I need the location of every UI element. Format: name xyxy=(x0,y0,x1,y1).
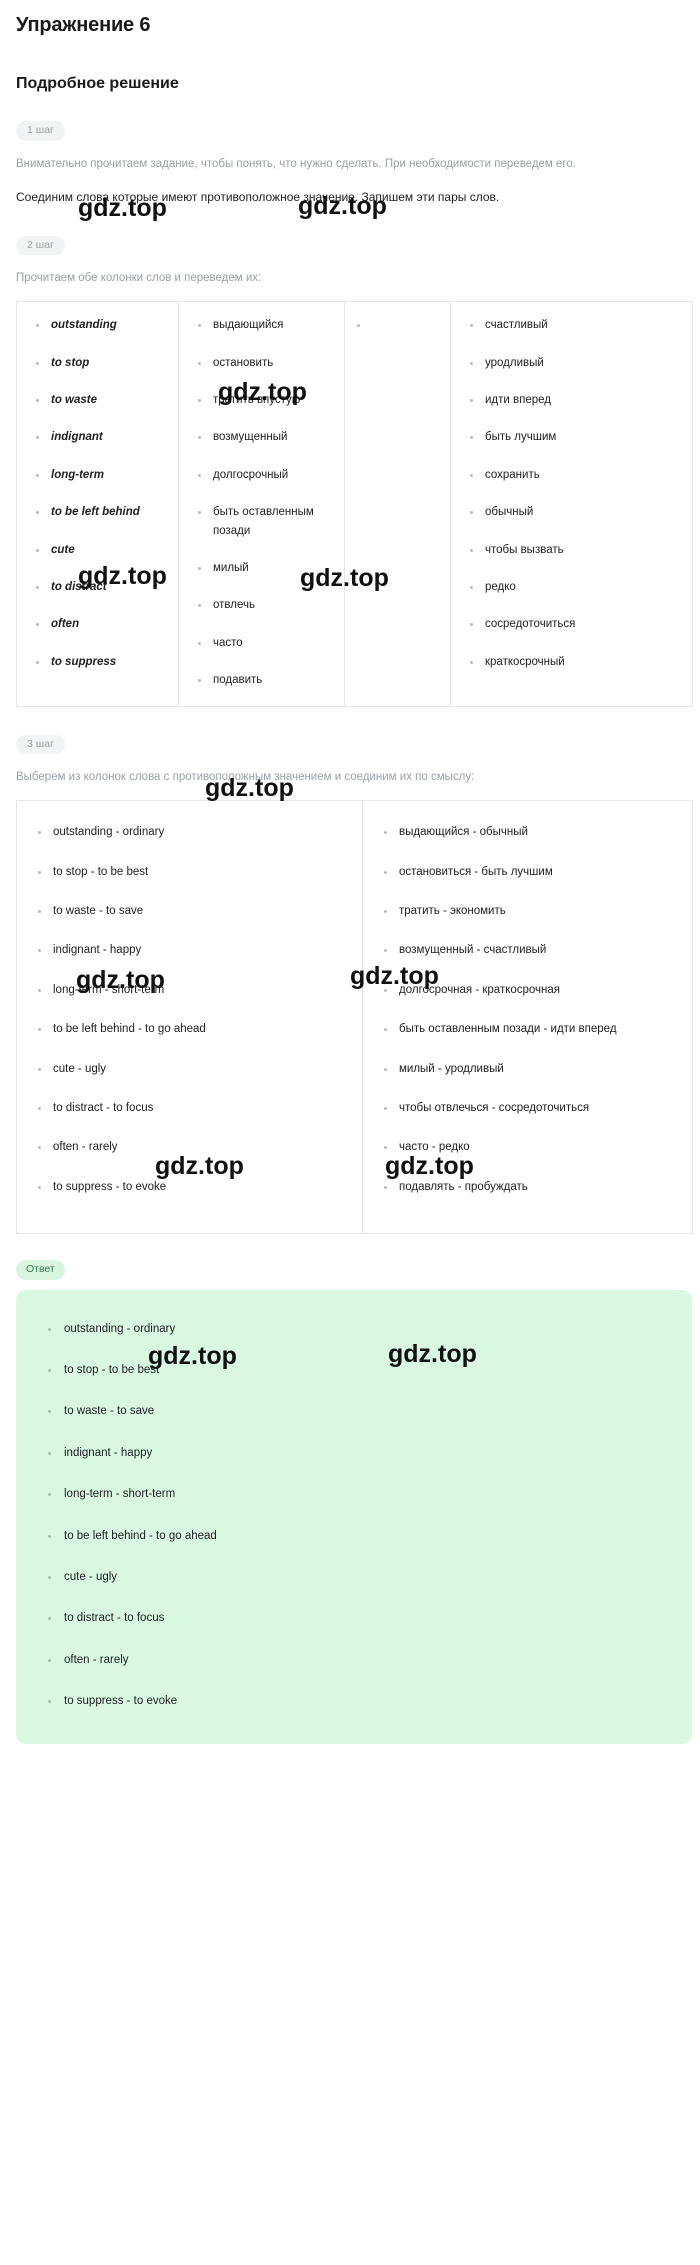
list-item: to be left behind - to go ahead xyxy=(17,1020,350,1038)
list-item: остановить xyxy=(179,354,334,372)
step3-intro-text: Выберем из колонок слова с противоположн… xyxy=(16,771,475,784)
list-item: долгосрочный xyxy=(179,466,334,484)
list-item: to waste - to save xyxy=(16,1402,682,1420)
words-column-russian-opposites: счастливый уродливый идти вперед быть лу… xyxy=(451,302,693,706)
list-item: to suppress - to evoke xyxy=(16,1692,682,1710)
list-item: long-term xyxy=(17,466,168,484)
russian-opposites-list: счастливый уродливый идти вперед быть лу… xyxy=(451,316,682,671)
step-badge-3: 3 шаг xyxy=(16,734,65,755)
list-item: тратить - экономить xyxy=(363,902,680,920)
list-item: тратить впустую xyxy=(179,391,334,409)
list-item: быть оставленным позади xyxy=(179,503,334,540)
list-item: to suppress - to evoke xyxy=(17,1178,350,1196)
step-badge-1: 1 шаг xyxy=(16,121,65,141)
list-item: long-term - short-term xyxy=(17,981,350,999)
step1-intro-text: Внимательно прочитаем задание, чтобы пон… xyxy=(16,157,576,170)
list-item: to stop - to be best xyxy=(17,863,350,881)
words-column-english: outstanding to stop to waste indignant l… xyxy=(16,301,179,707)
list-item: often xyxy=(17,615,168,633)
list-item: подавить xyxy=(179,671,334,689)
english-words-list: outstanding to stop to waste indignant l… xyxy=(17,316,168,671)
list-item: подавлять - пробуждать xyxy=(363,1178,680,1196)
list-item: чтобы вызвать xyxy=(451,541,682,559)
pairs-column-english: outstanding - ordinary to stop - to be b… xyxy=(16,800,363,1234)
step-badge-2: 2 шаг xyxy=(16,235,65,256)
english-pairs-list: outstanding - ordinary to stop - to be b… xyxy=(17,823,350,1196)
answer-list: outstanding - ordinary to stop - to be b… xyxy=(16,1320,682,1711)
list-item: often - rarely xyxy=(17,1138,350,1156)
list-item: to waste - to save xyxy=(17,902,350,920)
list-item: to suppress xyxy=(17,653,168,671)
list-item: to be left behind - to go ahead xyxy=(16,1527,682,1545)
list-item: чтобы отвлечься - сосредоточиться xyxy=(363,1099,680,1117)
list-item: выдающийся xyxy=(179,316,334,334)
russian-words-list: выдающийся остановить тратить впустую во… xyxy=(179,316,334,689)
list-item: быть оставленным позади - идти вперед xyxy=(363,1020,680,1038)
list-item: выдающийся - обычный xyxy=(363,823,680,841)
list-item: обычный xyxy=(451,503,682,521)
list-item: often - rarely xyxy=(16,1651,682,1669)
table-row: outstanding - ordinary to stop - to be b… xyxy=(16,800,693,1234)
list-item: indignant - happy xyxy=(16,1444,682,1462)
list-item: возмущенный xyxy=(179,428,334,446)
pairs-column-russian: выдающийся - обычный остановиться - быть… xyxy=(363,801,693,1234)
list-item: милый xyxy=(179,559,334,577)
list-item: счастливый xyxy=(451,316,682,334)
list-item: сохранить xyxy=(451,466,682,484)
page-title: Упражнение 6 xyxy=(16,14,151,36)
list-item: краткосрочный xyxy=(451,653,682,671)
list-item: to distract xyxy=(17,578,168,596)
pairs-table: outstanding - ordinary to stop - to be b… xyxy=(16,800,693,1235)
list-item: сосредоточиться xyxy=(451,615,682,633)
list-item xyxy=(345,316,440,328)
list-item: outstanding xyxy=(17,316,168,334)
solution-page: Упражнение 6 Подробное решение 1 шаг Вни… xyxy=(0,14,700,1745)
solution-heading: Подробное решение xyxy=(16,75,179,92)
step1-task-text: Соединим слова которые имеют противополо… xyxy=(16,189,500,204)
list-item: to distract - to focus xyxy=(16,1609,682,1627)
list-item: cute - ugly xyxy=(17,1060,350,1078)
words-column-blank xyxy=(344,301,451,707)
list-item: отвлечь xyxy=(179,596,334,614)
blank-words-list xyxy=(345,316,440,328)
answer-box: outstanding - ordinary to stop - to be b… xyxy=(16,1289,692,1745)
list-item: идти вперед xyxy=(451,391,682,409)
list-item: часто xyxy=(179,634,334,652)
list-item: indignant - happy xyxy=(17,941,350,959)
list-item: часто - редко xyxy=(363,1138,680,1156)
list-item: милый - уродливый xyxy=(363,1060,680,1078)
list-item: to stop - to be best xyxy=(16,1361,682,1379)
words-table: outstanding to stop to waste indignant l… xyxy=(16,301,693,707)
russian-pairs-list: выдающийся - обычный остановиться - быть… xyxy=(363,823,680,1196)
list-item: to be left behind xyxy=(17,503,168,521)
list-item: быть лучшим xyxy=(451,428,682,446)
list-item: остановиться - быть лучшим xyxy=(363,863,680,881)
list-item: редко xyxy=(451,578,682,596)
table-row: outstanding to stop to waste indignant l… xyxy=(16,301,693,707)
list-item: cute xyxy=(17,541,168,559)
list-item: уродливый xyxy=(451,354,682,372)
list-item: to stop xyxy=(17,354,168,372)
words-column-russian: выдающийся остановить тратить впустую во… xyxy=(178,301,345,707)
list-item: long-term - short-term xyxy=(16,1485,682,1503)
list-item: to distract - to focus xyxy=(17,1099,350,1117)
list-item: долгосрочная - краткосрочная xyxy=(363,981,680,999)
list-item: to waste xyxy=(17,391,168,409)
list-item: возмущенный - счастливый xyxy=(363,941,680,959)
step2-intro-text: Прочитаем обе колонки слов и переведем и… xyxy=(16,272,262,285)
list-item: indignant xyxy=(17,428,168,446)
list-item: outstanding - ordinary xyxy=(16,1320,682,1338)
list-item: outstanding - ordinary xyxy=(17,823,350,841)
list-item: cute - ugly xyxy=(16,1568,682,1586)
answer-badge: Ответ xyxy=(16,1260,65,1280)
